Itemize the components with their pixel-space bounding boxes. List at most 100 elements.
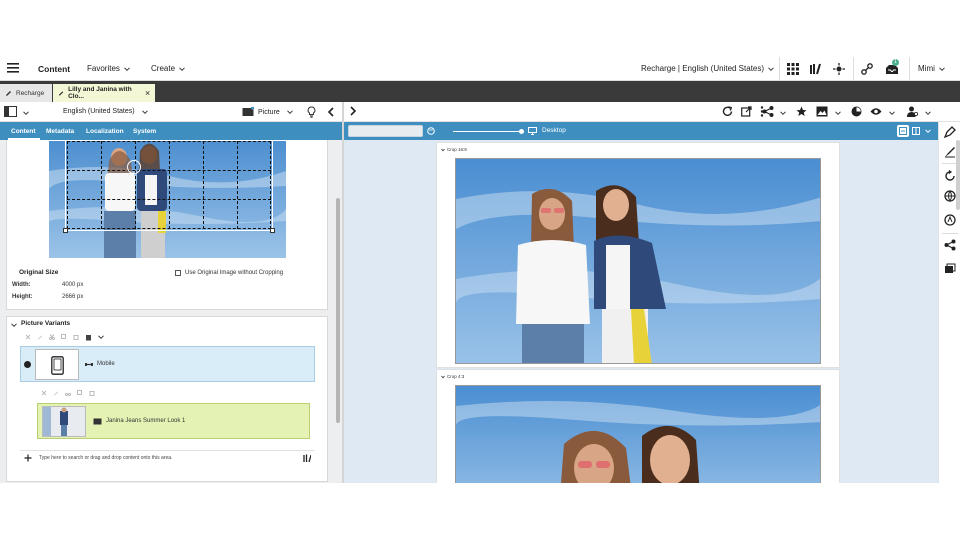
brush-icon[interactable] [944, 146, 956, 158]
open-external-icon[interactable] [741, 106, 752, 117]
chevron-down-icon[interactable] [889, 110, 895, 116]
tab-localization[interactable]: Localization [86, 122, 124, 140]
pen-tool-icon[interactable] [944, 126, 956, 138]
chevron-down-icon[interactable] [23, 110, 29, 116]
palette-icon[interactable] [427, 127, 435, 135]
use-original-label: Use Original Image without Cropping [185, 270, 284, 276]
favorites-menu[interactable]: Favorites [87, 64, 130, 73]
library-icon[interactable] [810, 63, 822, 75]
crop-16-9-label: Crop 16:9 [447, 147, 467, 152]
preview-settings-bar: Desktop [344, 122, 938, 140]
sync-icon[interactable] [944, 170, 956, 182]
chevron-down-icon[interactable] [780, 110, 786, 116]
chevron-down-icon[interactable] [925, 128, 931, 134]
crop-4-3-image[interactable] [455, 385, 821, 483]
variant-row-mobile[interactable]: Mobile [20, 346, 315, 382]
collapse-left-icon[interactable] [327, 107, 334, 117]
chevron-down-icon[interactable] [925, 110, 931, 116]
variant-item-row[interactable]: Janina Jeans Summer Look 1 [37, 403, 310, 439]
eye-icon[interactable] [870, 107, 882, 116]
search-drop-area[interactable]: Type here to search or drag and drop con… [20, 450, 315, 464]
form-tabs: Content Metadata Localization System [0, 122, 342, 140]
sidebar-toggle-icon[interactable] [4, 106, 17, 117]
chevron-down-icon[interactable] [98, 334, 104, 340]
create-menu[interactable]: Create [151, 64, 185, 73]
delete-icon[interactable] [73, 334, 79, 340]
search-placeholder: Type here to search or drag and drop con… [39, 454, 173, 461]
share-icon[interactable] [762, 106, 774, 117]
original-size-label: Original Size [19, 269, 59, 276]
site-selector[interactable]: Recharge | English (United States) [641, 64, 774, 73]
share-nodes-icon[interactable] [944, 239, 956, 251]
focus-point-handle[interactable] [127, 160, 141, 174]
view-mode-crop-button[interactable] [897, 125, 909, 137]
user-preview-icon[interactable] [907, 106, 918, 117]
image-preview[interactable] [49, 141, 286, 258]
tab-recharge[interactable]: Recharge [0, 84, 52, 102]
hamburger-menu-icon[interactable] [7, 63, 19, 73]
chevron-down-icon[interactable] [441, 375, 445, 379]
content-nav-link[interactable]: Content [38, 64, 70, 74]
copy-icon[interactable] [77, 390, 83, 396]
user-menu[interactable]: Mimi [918, 64, 945, 73]
close-icon[interactable] [145, 90, 150, 96]
variants-toolbar [25, 334, 104, 341]
use-original-checkbox[interactable] [175, 270, 181, 276]
crop-handle[interactable] [270, 228, 275, 233]
globe-icon[interactable] [944, 190, 956, 202]
tab-lilly-and-janina[interactable]: Lilly and Janina with Clo... [53, 84, 155, 102]
delete-icon[interactable] [89, 390, 95, 396]
crop-4-3-card: Crop 4:3 [436, 369, 840, 483]
side-scrollbar-thumb[interactable] [956, 140, 960, 210]
image-icon[interactable] [816, 106, 828, 117]
library-icon[interactable] [303, 454, 311, 462]
width-value: 4000 px [62, 282, 84, 288]
translate-icon[interactable] [944, 214, 956, 226]
refresh-icon[interactable] [722, 106, 733, 117]
preview-url-input[interactable] [348, 125, 423, 137]
height-label: Height: [12, 294, 33, 300]
divider [779, 57, 780, 81]
remove-icon[interactable] [41, 390, 47, 396]
link-icon [85, 363, 93, 366]
chevron-down-icon[interactable] [835, 110, 841, 116]
time-travel-icon[interactable] [851, 106, 862, 117]
scrollbar-thumb[interactable] [336, 198, 340, 423]
type-selector[interactable]: Picture [242, 107, 293, 117]
edit-icon[interactable] [53, 390, 59, 396]
user-name: Mimi [918, 64, 935, 73]
crop-grid-line [169, 141, 170, 229]
tab-system[interactable]: System [133, 122, 156, 140]
lightbulb-icon[interactable] [307, 106, 316, 118]
expand-icon[interactable] [24, 361, 31, 368]
edit-icon[interactable] [37, 334, 43, 340]
paste-icon[interactable] [85, 334, 92, 341]
cut-icon[interactable] [49, 334, 55, 340]
plus-icon[interactable] [24, 454, 32, 462]
locale-selector[interactable]: English (United States) [63, 108, 148, 115]
chevron-down-icon[interactable] [441, 148, 445, 152]
view-mode-split-button[interactable] [910, 125, 922, 137]
left-scrollbar[interactable] [334, 140, 342, 483]
crop-16-9-image[interactable] [455, 158, 821, 364]
crop-16-9-card: Crop 16:9 [436, 142, 840, 368]
tab-metadata[interactable]: Metadata [46, 122, 74, 140]
cut-icon[interactable] [65, 390, 71, 396]
apps-grid-icon[interactable] [787, 63, 799, 75]
photo-4-3 [456, 386, 820, 483]
zoom-slider[interactable] [453, 130, 521, 132]
star-icon[interactable] [796, 106, 807, 117]
zoom-slider-thumb[interactable] [519, 128, 524, 134]
mobile-variant-label: Mobile [97, 361, 115, 367]
chevron-down-icon [939, 66, 945, 71]
workflow-icon[interactable] [861, 63, 873, 75]
device-label: Desktop [542, 127, 566, 134]
crosshair-icon[interactable] [833, 63, 845, 75]
document-tabbar: Recharge Lilly and Janina with Clo... [0, 81, 960, 102]
layers-icon[interactable] [944, 263, 956, 275]
copy-icon[interactable] [61, 334, 67, 340]
collapse-right-icon[interactable] [350, 106, 357, 116]
remove-icon[interactable] [25, 334, 31, 340]
chevron-down-icon[interactable] [11, 322, 17, 328]
crop-handle[interactable] [63, 228, 68, 233]
